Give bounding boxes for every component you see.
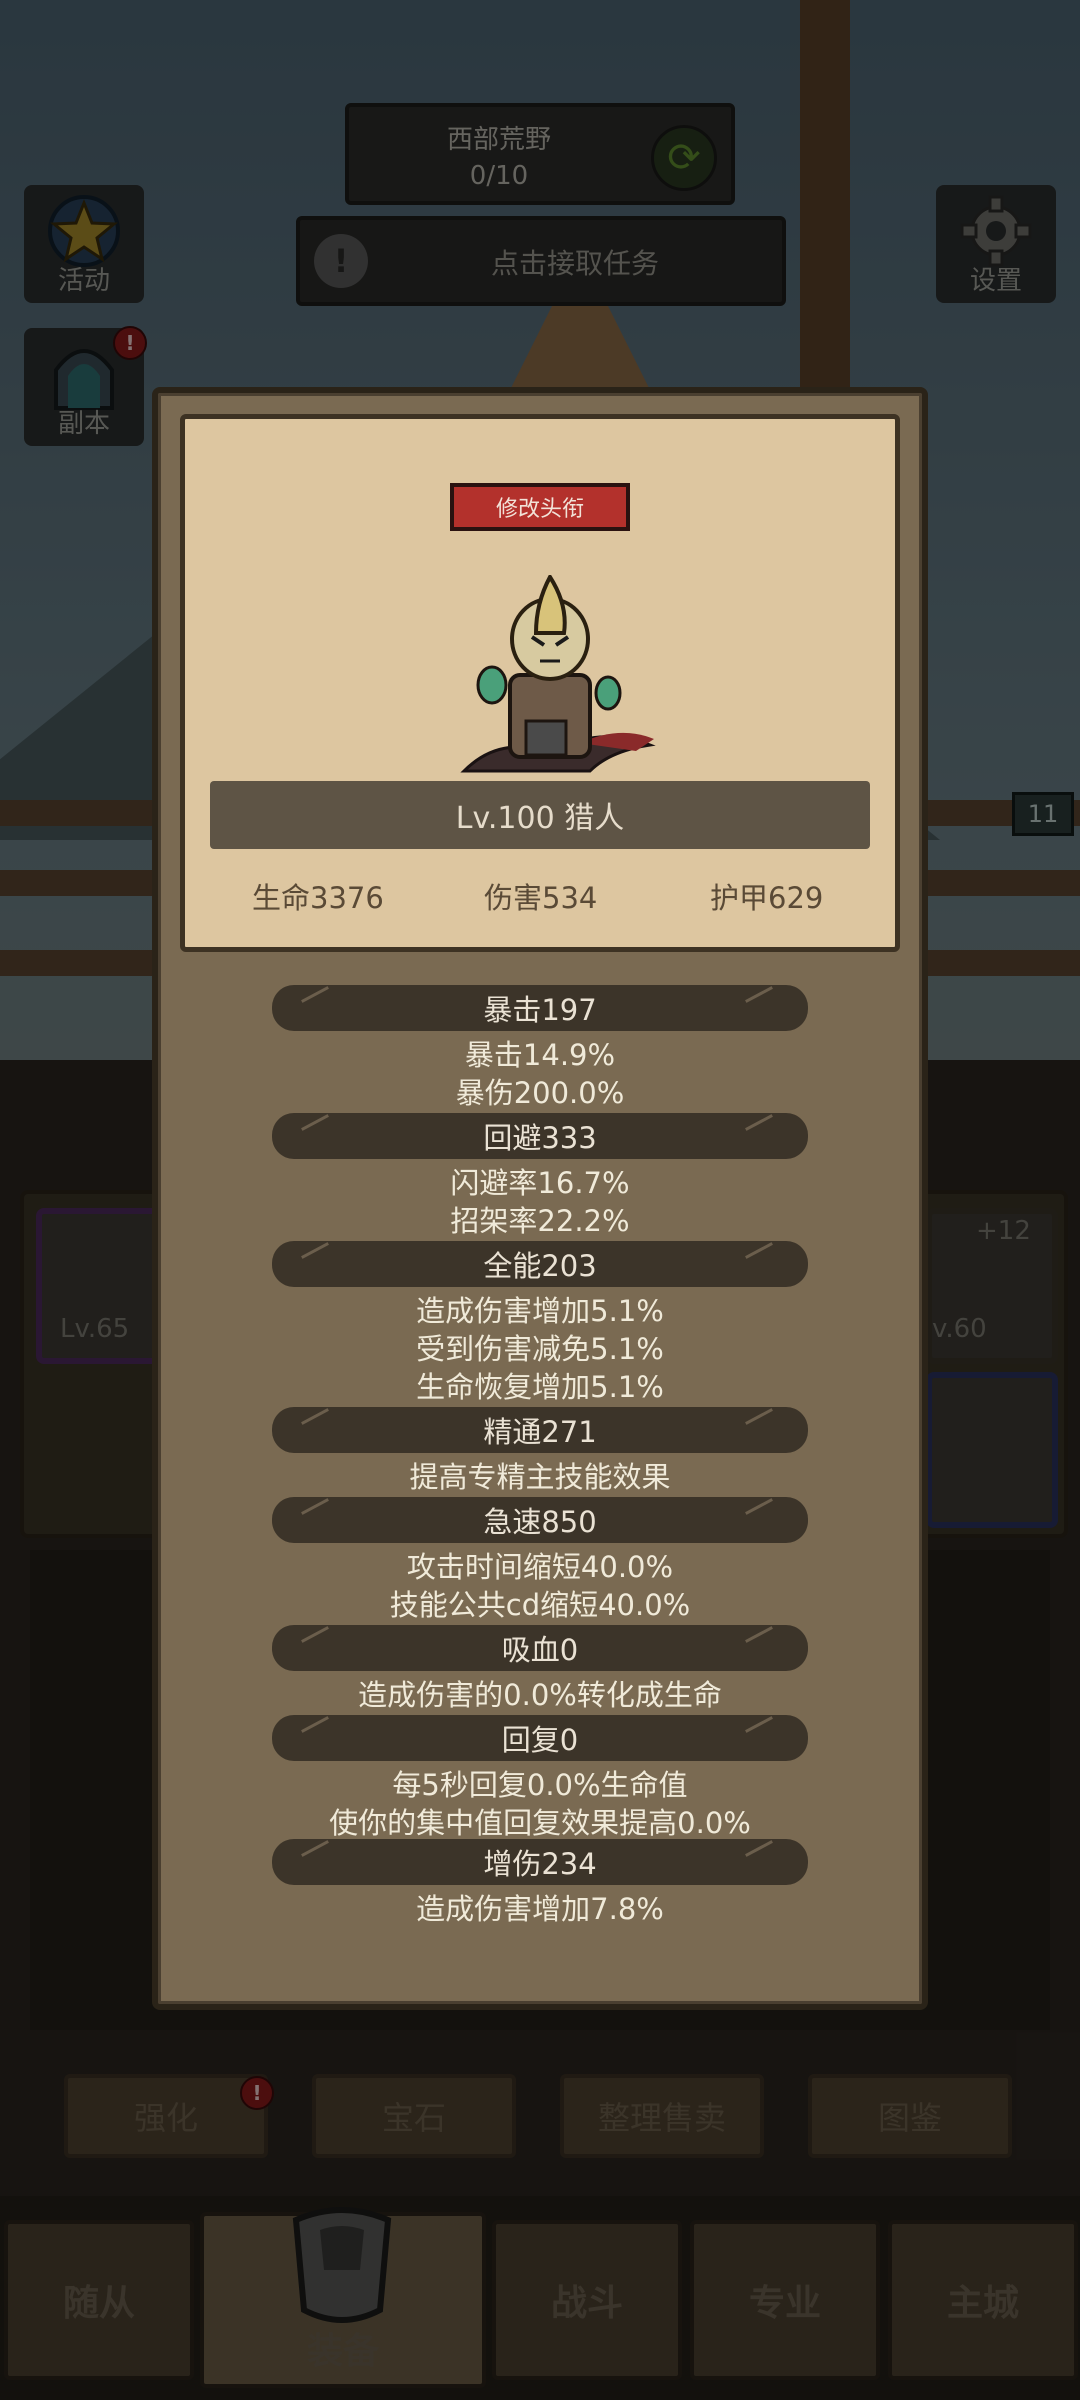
hunter-character-sprite (460, 575, 656, 773)
stat-header-versatility: 全能203 (272, 1241, 808, 1287)
stat-header-dodge: 回避333 (272, 1113, 808, 1159)
character-name-bar: Lv.100 猎人 (210, 781, 870, 849)
stat-line: 生命恢复增加5.1% (416, 1370, 664, 1404)
stat-line: 闪避率16.7% (450, 1166, 630, 1200)
stat-line: 使你的集中值回复效果提高0.0% (329, 1806, 751, 1840)
stat-line: 每5秒回复0.0%生命值 (392, 1768, 688, 1802)
stat-header-leech: 吸血0 (272, 1625, 808, 1671)
stat-line: 造成伤害的0.0%转化成生命 (358, 1678, 722, 1712)
stat-line: 招架率22.2% (450, 1204, 630, 1238)
edit-title-button[interactable]: 修改头衔 (450, 483, 630, 531)
stat-line: 提高专精主技能效果 (409, 1460, 671, 1494)
stat-header-crit: 暴击197 (272, 985, 808, 1031)
stat-line: 造成伤害增加5.1% (416, 1294, 664, 1328)
stat-line: 暴伤200.0% (455, 1076, 625, 1110)
stat-line: 受到伤害减免5.1% (416, 1332, 664, 1366)
stat-line: 暴击14.9% (464, 1038, 616, 1072)
armor-stat: 护甲629 (710, 881, 824, 915)
hp-stat: 生命3376 (252, 881, 384, 915)
damage-stat: 伤害534 (484, 881, 598, 915)
stat-header-damage-increase: 增伤234 (272, 1839, 808, 1885)
stat-header-haste: 急速850 (272, 1497, 808, 1543)
stat-header-regen: 回复0 (272, 1715, 808, 1761)
stat-line: 造成伤害增加7.8% (416, 1892, 664, 1926)
stat-line: 攻击时间缩短40.0% (406, 1550, 674, 1584)
stat-line: 技能公共cd缩短40.0% (389, 1588, 691, 1622)
stat-header-mastery: 精通271 (272, 1407, 808, 1453)
